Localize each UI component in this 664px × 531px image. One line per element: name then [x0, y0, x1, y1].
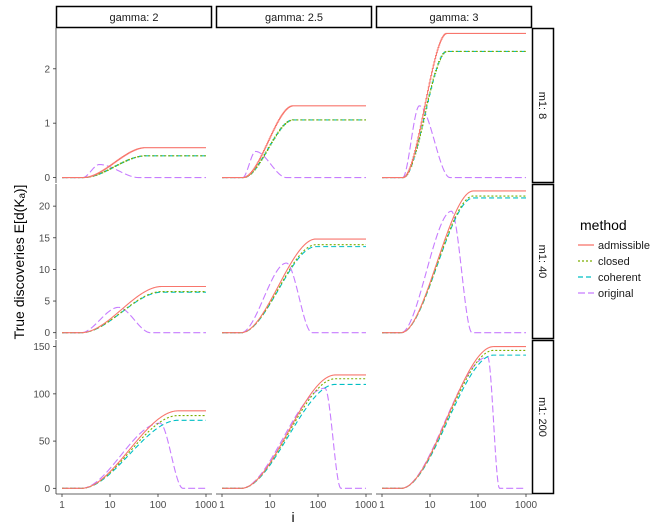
series-line-coherent	[222, 383, 366, 489]
x-tick-label: 10	[264, 500, 276, 511]
series-line-original	[62, 306, 206, 334]
series-line-admissible	[382, 190, 526, 334]
x-tick-label: 100	[310, 500, 327, 511]
series-line-closed	[382, 50, 526, 179]
series-line-original	[222, 262, 366, 334]
series-line-closed	[62, 415, 206, 489]
y-tick-label: 0	[44, 328, 50, 339]
column-strips: gamma: 2 gamma: 2.5 gamma: 3	[55, 5, 533, 29]
x-tick-label: 1	[379, 500, 385, 511]
strip-label-gamma-2: gamma: 2	[110, 12, 159, 24]
series-line-coherent	[222, 119, 366, 179]
y-tick-label: 10	[39, 265, 51, 276]
y-axis-title: True discoveries E[d(Kₐ)]	[11, 185, 27, 340]
series-line-coherent	[62, 155, 206, 179]
x-tick-label: 1	[219, 500, 225, 511]
legend-label-admissible: admissible	[598, 240, 650, 252]
x-axis-title: i	[291, 509, 294, 525]
panel-m1-8-gamma-3	[382, 32, 526, 179]
series-line-coherent	[222, 246, 366, 334]
panel-m1-8-gamma-2-5	[222, 105, 366, 179]
strip-label-gamma-3: gamma: 3	[430, 12, 479, 24]
x-tick-label: 100	[470, 500, 487, 511]
series-line-admissible	[222, 374, 366, 489]
series-line-original	[62, 163, 206, 179]
strip-label-m1-40: m1: 40	[536, 245, 548, 279]
panels	[62, 32, 526, 489]
legend: method admissible closed coherent original	[578, 217, 650, 300]
legend-label-closed: closed	[598, 256, 630, 268]
y-tick-label: 150	[33, 342, 50, 353]
y-axes: 01205101520050100150	[33, 28, 57, 495]
strip-label-m1-200: m1: 200	[536, 397, 548, 437]
x-tick-label: 10	[104, 500, 116, 511]
series-line-original	[382, 210, 526, 334]
x-tick-label: 1000	[515, 500, 538, 511]
series-line-coherent	[62, 291, 206, 334]
panel-m1-40-gamma-2	[62, 285, 206, 334]
faceted-line-chart: gamma: 2 gamma: 2.5 gamma: 3 m1: 8m1: 40m1…	[11, 5, 650, 525]
series-line-coherent	[382, 354, 526, 489]
y-tick-label: 20	[39, 202, 51, 213]
panel-m1-200-gamma-2	[62, 410, 206, 489]
y-tick-label: 100	[33, 389, 50, 400]
y-tick-label: 15	[39, 233, 51, 244]
series-line-original	[222, 387, 366, 489]
series-line-admissible	[62, 410, 206, 489]
panel-m1-40-gamma-2-5	[222, 238, 366, 334]
series-line-original	[222, 150, 366, 179]
series-line-admissible	[62, 285, 206, 334]
y-tick-label: 50	[39, 437, 51, 448]
panel-m1-40-gamma-3	[382, 190, 526, 334]
y-tick-label: 0	[44, 484, 50, 495]
series-line-admissible	[222, 238, 366, 334]
series-line-admissible	[222, 105, 366, 179]
row-strips: m1: 8 m1: 40 m1: 200	[531, 27, 555, 495]
x-tick-label: 1000	[355, 500, 378, 511]
series-line-admissible	[382, 346, 526, 489]
series-line-closed	[382, 349, 526, 489]
strip-label-gamma-2-5: gamma: 2.5	[265, 12, 323, 24]
series-line-closed	[222, 378, 366, 489]
y-tick-label: 0	[44, 173, 50, 184]
series-line-closed	[62, 155, 206, 179]
series-line-admissible	[62, 147, 206, 179]
legend-title: method	[580, 217, 627, 233]
legend-label-original: original	[598, 288, 633, 300]
y-tick-label: 5	[44, 297, 50, 308]
legend-label-coherent: coherent	[598, 272, 641, 284]
y-tick-label: 1	[44, 119, 50, 130]
series-line-original	[62, 422, 206, 489]
x-tick-label: 1	[59, 500, 65, 511]
panel-m1-200-gamma-2-5	[222, 374, 366, 489]
series-line-coherent	[62, 419, 206, 489]
x-tick-label: 1000	[195, 500, 218, 511]
series-line-admissible	[382, 32, 526, 179]
panel-m1-200-gamma-3	[382, 346, 526, 489]
y-tick-label: 2	[44, 64, 50, 75]
series-line-original	[382, 356, 526, 489]
series-line-original	[382, 105, 526, 179]
panel-m1-8-gamma-2	[62, 147, 206, 179]
series-line-closed	[62, 291, 206, 334]
x-tick-label: 100	[150, 500, 167, 511]
series-line-closed	[222, 119, 366, 179]
x-tick-label: 10	[424, 500, 436, 511]
strip-label-m1-8: m1: 8	[536, 92, 548, 120]
x-axes: 1 10 100 1000 1 10 100 1000 1 10 100 1000	[56, 493, 538, 511]
series-line-coherent	[382, 50, 526, 179]
